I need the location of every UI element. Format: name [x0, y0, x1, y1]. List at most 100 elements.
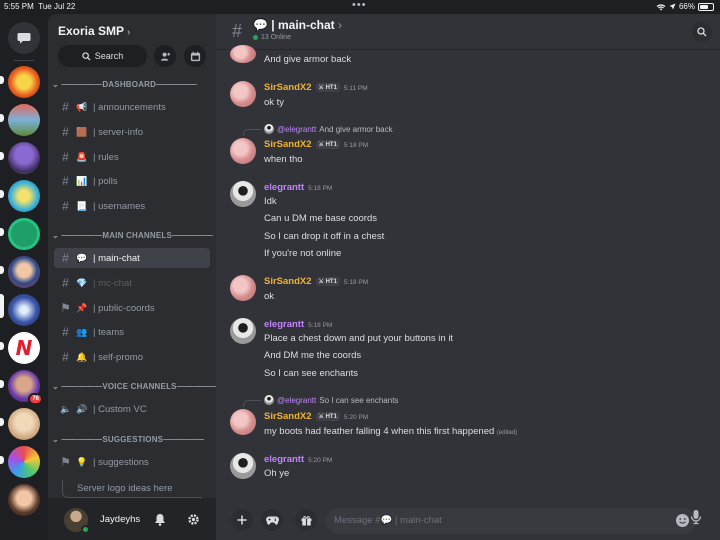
avatar[interactable]	[230, 45, 256, 63]
channel-usernames[interactable]: # 📃 | usernames	[54, 196, 210, 216]
avatar[interactable]	[230, 409, 256, 435]
server-icon-11[interactable]	[8, 446, 40, 478]
chevron-right-icon: ›	[338, 18, 343, 32]
message-author[interactable]: elegrantt 5:18 PM	[264, 182, 332, 193]
online-dot	[253, 35, 258, 40]
avatar[interactable]	[230, 318, 256, 344]
avatar[interactable]	[230, 138, 256, 164]
channel-teams[interactable]: # 👥 | teams	[54, 322, 210, 342]
message-author[interactable]: SirSandX2 ⚔ HT1 5:11 PM	[264, 82, 368, 93]
category-suggestions[interactable]: ⌄ —————SUGGESTIONS—————	[52, 435, 212, 444]
avatar[interactable]	[230, 453, 256, 479]
avatar	[264, 124, 274, 134]
category-dashboard[interactable]: ⌄ —————DASHBOARD—————	[52, 80, 212, 89]
server-icon-8[interactable]: N	[8, 332, 40, 364]
channel-mc-chat[interactable]: # 💎 | mc-chat	[54, 273, 210, 293]
chat-bubble-icon	[17, 33, 31, 44]
activities-button[interactable]	[261, 509, 283, 531]
server-icon-9[interactable]: 76	[8, 370, 43, 405]
channel-main-chat[interactable]: # 💬 | main-chat	[54, 248, 210, 268]
thread-server-logo-ideas[interactable]: Server logo ideas here	[77, 483, 173, 494]
message-text: Can u DM me base coords	[264, 213, 377, 224]
avatar[interactable]	[230, 275, 256, 301]
server-icon-5[interactable]	[8, 218, 40, 250]
hash-icon: #	[62, 350, 69, 364]
online-count: 13 Online	[253, 34, 291, 41]
voice-channel-custom-vc[interactable]: 🔈 🔊 | Custom VC	[54, 399, 210, 419]
message-author[interactable]: SirSandX2 ⚔ HT1 5:18 PM	[264, 139, 368, 150]
multitask-dots[interactable]: •••	[352, 0, 367, 11]
status-time: 5:55 PM Tue Jul 22	[4, 2, 76, 11]
server-icon-3[interactable]	[8, 142, 40, 174]
rail-divider	[14, 60, 34, 61]
message-author[interactable]: elegrantt 5:20 PM	[264, 454, 332, 465]
channel-self-promo[interactable]: # 🔔 | self-promo	[54, 347, 210, 367]
gear-icon[interactable]	[187, 513, 200, 526]
direct-messages-button[interactable]	[8, 22, 40, 54]
server-icon-7[interactable]	[8, 294, 40, 326]
server-icon-2[interactable]	[8, 104, 40, 136]
channel-title[interactable]: 💬 | main-chat ›	[253, 18, 342, 32]
message-text: Oh ye	[264, 468, 290, 479]
username[interactable]: Jaydeyhs	[100, 514, 140, 525]
server-name-header[interactable]: Exoria SMP ›	[58, 24, 130, 38]
reply-preview[interactable]: @elegrantt So I can see enchants	[264, 395, 398, 405]
server-icon-4[interactable]	[8, 180, 40, 212]
message-text: If you're not online	[264, 248, 342, 259]
server-icon-6[interactable]	[8, 256, 40, 288]
channel-suggestions[interactable]: ⚑ 💡 | suggestions	[54, 452, 210, 472]
attach-button[interactable]	[231, 509, 253, 531]
emoji-icon[interactable]	[675, 513, 690, 528]
hash-icon: #	[62, 325, 69, 339]
channel-polls[interactable]: # 📊 | polls	[54, 171, 210, 191]
server-icon-12[interactable]	[8, 484, 40, 516]
channel-public-coords[interactable]: ⚑ 📌 | public-coords	[54, 298, 210, 318]
microphone-icon[interactable]	[690, 509, 702, 525]
message-text: So I can see enchants	[264, 368, 359, 379]
unread-pill	[0, 152, 4, 160]
bell-icon[interactable]	[154, 513, 166, 526]
invite-members-button[interactable]	[154, 45, 176, 67]
wifi-icon	[656, 3, 666, 10]
channel-server-info[interactable]: # 🟫 | server-info	[54, 122, 210, 142]
chevron-right-icon: ›	[127, 27, 131, 38]
hash-icon: #	[62, 125, 69, 139]
message-author[interactable]: SirSandX2 ⚔ HT1 5:20 PM	[264, 411, 368, 422]
server-icon-10[interactable]	[8, 408, 40, 440]
channel-rules[interactable]: # 🚨 | rules	[54, 147, 210, 167]
channel-announcements[interactable]: # 📢 | announcements	[54, 97, 210, 117]
gamepad-icon	[265, 516, 279, 525]
role-tag: ⚔ HT1	[315, 277, 340, 286]
avatar	[264, 395, 274, 405]
search-button[interactable]: Search	[58, 45, 147, 67]
hash-icon: #	[62, 174, 69, 188]
location-icon	[669, 3, 676, 10]
unread-pill	[0, 266, 4, 274]
unread-pill	[0, 342, 4, 350]
search-icon	[82, 51, 91, 61]
selected-pill	[0, 294, 4, 318]
category-voice-channels[interactable]: ⌄ —————VOICE CHANNELS—————	[52, 382, 218, 391]
events-button[interactable]	[184, 45, 206, 67]
message-text: ok	[264, 291, 275, 302]
message-timestamp: 5:18 PM	[343, 279, 369, 286]
server-icon-1[interactable]	[8, 66, 40, 98]
reply-connector	[243, 129, 261, 136]
message-input[interactable]: Message #💬 | main-chat	[326, 508, 696, 534]
message-text: ok ty	[264, 97, 285, 108]
message-text: Idk	[264, 196, 277, 207]
hash-icon: #	[62, 199, 69, 213]
unread-pill	[0, 380, 4, 388]
message-author[interactable]: elegrantt 5:18 PM	[264, 319, 332, 330]
avatar[interactable]	[230, 181, 256, 207]
avatar[interactable]	[230, 81, 256, 107]
message-timestamp: 5:20 PM	[308, 457, 333, 464]
category-main-channels[interactable]: ⌄ —————MAIN CHANNELS—————	[52, 231, 213, 240]
chevron-down-icon: ⌄	[52, 382, 62, 391]
reply-preview[interactable]: @elegrantt And give armor back	[264, 124, 393, 134]
gift-button[interactable]	[295, 509, 317, 531]
app-root: 5:55 PM Tue Jul 22 ••• 66% N 76 Exoria S…	[0, 0, 720, 540]
channel-search-button[interactable]	[692, 22, 712, 42]
channel-header: # 💬 | main-chat › 13 Online	[216, 14, 720, 50]
message-author[interactable]: SirSandX2 ⚔ HT1 5:18 PM	[264, 276, 368, 287]
